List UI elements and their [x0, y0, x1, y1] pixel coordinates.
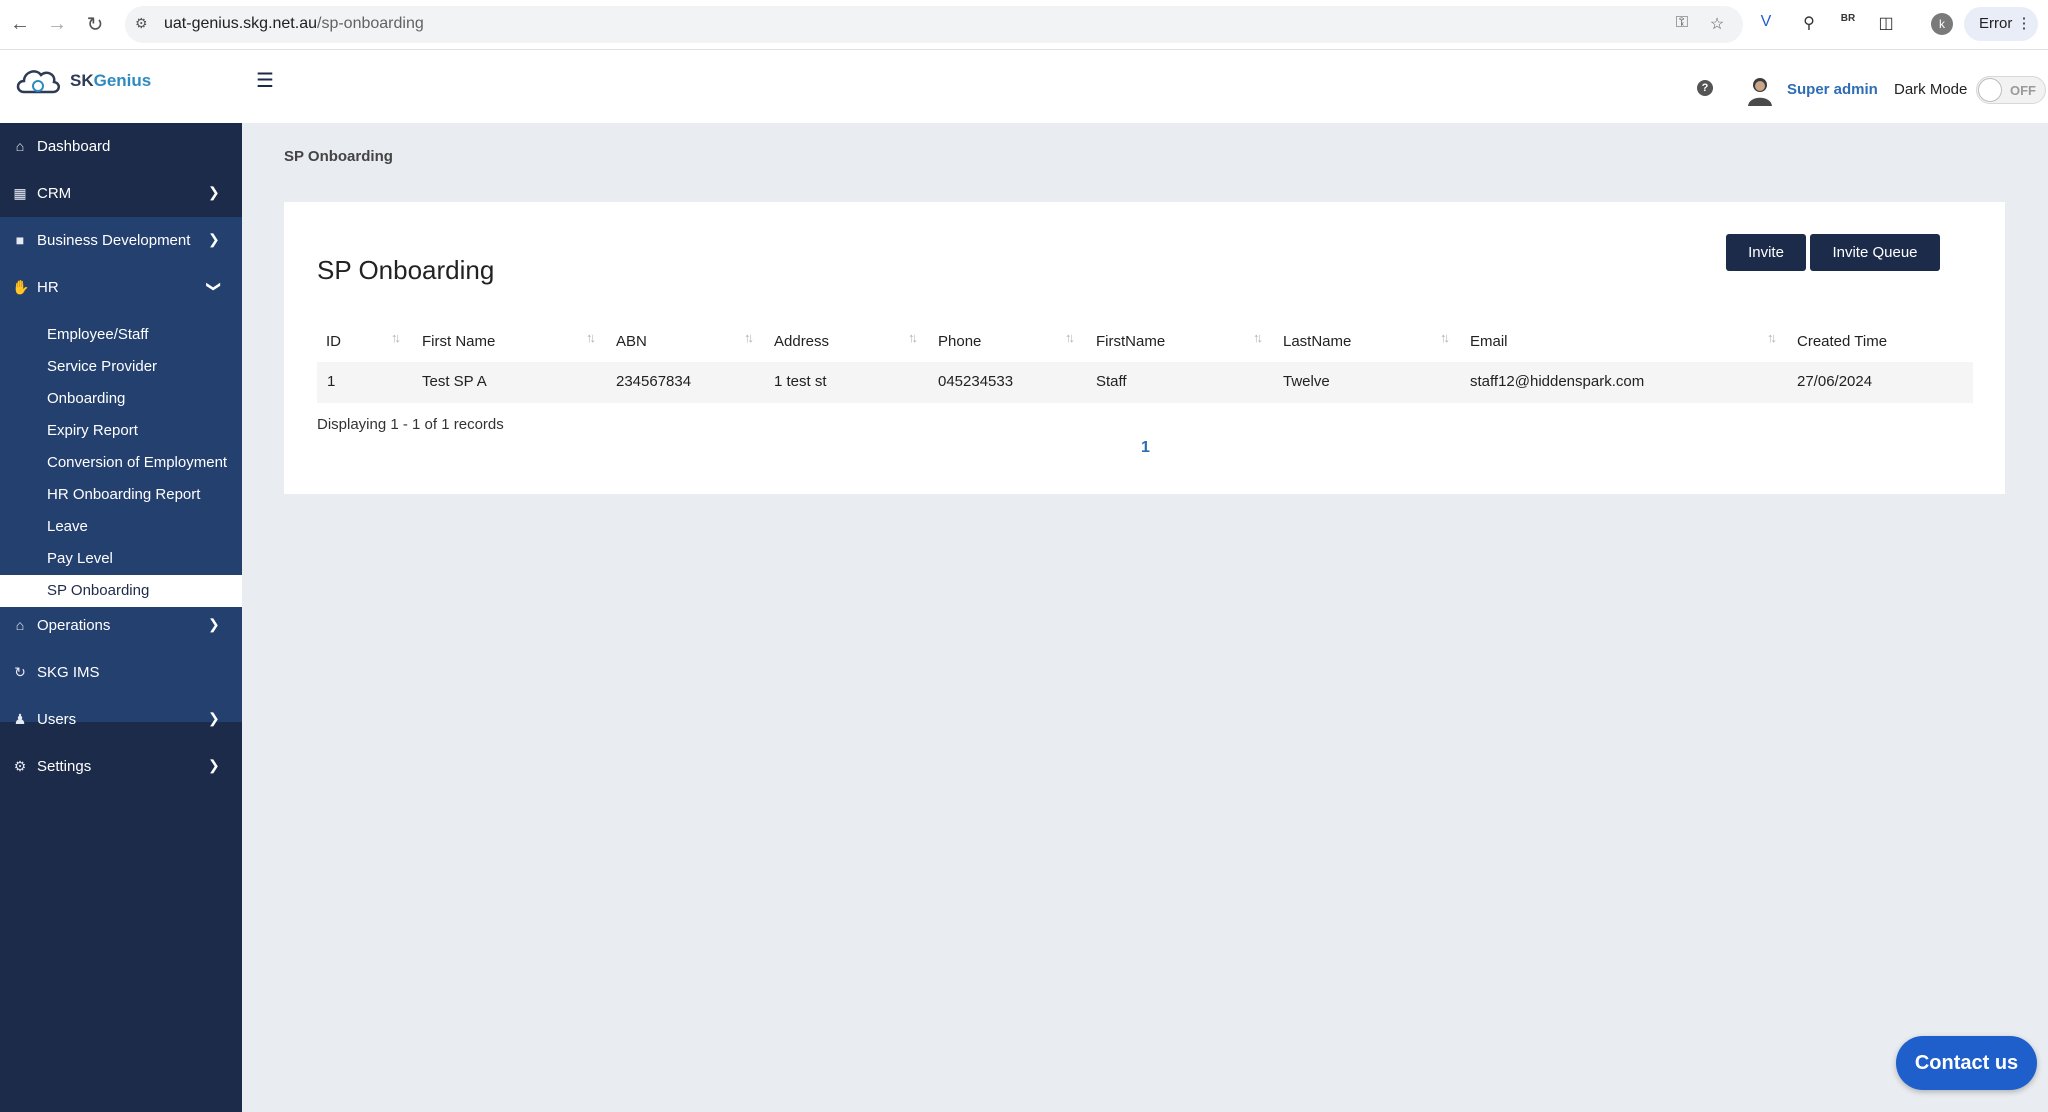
building-icon: ▦ — [13, 185, 27, 201]
toggle-state: OFF — [2010, 83, 2036, 98]
column-header-phone[interactable]: Phone — [938, 333, 981, 350]
cell-lastname: Twelve — [1283, 373, 1330, 390]
sidebar-item-business-development[interactable]: ■ Business Development ❯ — [0, 217, 242, 264]
page-title: SP Onboarding — [317, 255, 495, 285]
cell-address: 1 test st — [774, 373, 827, 390]
sidebar: ⌂ Dashboard ▦ CRM ❯ ■ Business Developme… — [0, 123, 242, 1112]
chevron-right-icon: ❯ — [208, 757, 220, 773]
cell-abn: 234567834 — [616, 373, 692, 390]
dark-mode-label: Dark Mode — [1894, 81, 1968, 98]
sort-icon[interactable]: ↑↓ — [1767, 330, 1777, 345]
bookmark-star-icon[interactable]: ☆ — [1706, 14, 1728, 36]
column-header-address[interactable]: Address — [774, 333, 829, 350]
column-header-abn[interactable]: ABN — [616, 333, 647, 350]
sort-icon[interactable]: ↑↓ — [586, 330, 596, 345]
chevron-right-icon: ❯ — [208, 184, 220, 200]
sidebar-sub-leave[interactable]: Leave — [0, 511, 242, 543]
user-name[interactable]: Super admin — [1787, 81, 1878, 98]
sort-icon[interactable]: ↑↓ — [1065, 330, 1075, 345]
contact-us-button[interactable]: Contact us — [1896, 1036, 2037, 1090]
sidebar-sub-service-provider[interactable]: Service Provider — [0, 351, 242, 383]
extension-v-icon[interactable]: V — [1754, 13, 1778, 37]
table-row[interactable] — [317, 362, 1973, 403]
sidebar-sub-conversion-of-employment[interactable]: Conversion of Employment — [0, 447, 242, 479]
key-icon[interactable]: ⚿ — [1671, 14, 1693, 36]
sidebar-item-dashboard[interactable]: ⌂ Dashboard — [0, 123, 242, 170]
cell-created-time: 27/06/2024 — [1797, 373, 1873, 390]
forward-icon[interactable]: → — [45, 12, 69, 36]
brand-name: SKGenius — [70, 71, 152, 90]
extensions-puzzle-icon[interactable]: ◫ — [1874, 13, 1898, 37]
extension-br-icon[interactable]: BR — [1836, 13, 1860, 37]
user-avatar[interactable] — [1747, 76, 1773, 106]
app-header: SKGenius ☰ ? Super admin Dark Mode OFF — [0, 50, 2048, 123]
cloud-logo-icon — [16, 70, 60, 94]
sidebar-item-crm[interactable]: ▦ CRM ❯ — [0, 170, 242, 217]
cell-firstname: Staff — [1096, 373, 1127, 390]
sidebar-item-skg-ims[interactable]: ↻ SKG IMS — [0, 649, 242, 696]
sort-icon[interactable]: ↑↓ — [908, 330, 918, 345]
site-settings-icon[interactable]: ⚙ — [135, 15, 155, 35]
users-icon: ♟ — [13, 711, 27, 727]
handshake-icon: ✋ — [12, 279, 30, 295]
cell-first-name: Test SP A — [422, 373, 487, 390]
breadcrumb: SP Onboarding — [284, 148, 393, 165]
dark-mode-toggle[interactable]: OFF — [1976, 76, 2046, 104]
sort-icon[interactable]: ↑↓ — [391, 330, 401, 345]
sort-icon[interactable]: ↑↓ — [744, 330, 754, 345]
sidebar-item-settings[interactable]: ⚙ Settings ❯ — [0, 743, 242, 790]
sidebar-sub-onboarding[interactable]: Onboarding — [0, 383, 242, 415]
sidebar-item-users[interactable]: ♟ Users ❯ — [0, 696, 242, 743]
profile-avatar[interactable]: k — [1931, 13, 1953, 35]
browser-toolbar: ← → ↻ ⚙ uat-genius.skg.net.au/sp-onboard… — [0, 0, 2048, 50]
invite-queue-button[interactable]: Invite Queue — [1810, 234, 1940, 271]
sidebar-item-hr[interactable]: ✋ HR ❯ — [0, 264, 242, 311]
sidebar-sub-pay-level[interactable]: Pay Level — [0, 543, 242, 575]
app-logo[interactable]: SKGenius — [14, 62, 151, 100]
pagination-page-1[interactable]: 1 — [1141, 439, 1150, 457]
sidebar-item-operations[interactable]: ⌂ Operations ❯ — [0, 602, 242, 649]
column-header-created-time[interactable]: Created Time — [1797, 333, 1887, 350]
folder-icon: ■ — [15, 232, 25, 248]
shop-icon: ⌂ — [15, 617, 25, 633]
browser-error-button[interactable]: Error ⋮ — [1964, 7, 2038, 41]
cell-phone: 045234533 — [938, 373, 1014, 390]
invite-button[interactable]: Invite — [1726, 234, 1806, 271]
column-header-id[interactable]: ID — [326, 333, 341, 350]
column-header-lastname[interactable]: LastName — [1283, 333, 1351, 350]
back-icon[interactable]: ← — [8, 12, 32, 36]
reload-icon[interactable]: ↻ — [83, 12, 107, 36]
sp-onboarding-card: SP Onboarding Invite Invite Queue ID ↑↓ … — [284, 202, 2005, 494]
address-bar[interactable]: ⚙ uat-genius.skg.net.au/sp-onboarding ⚿ … — [125, 6, 1743, 43]
column-header-email[interactable]: Email — [1470, 333, 1508, 350]
sidebar-sub-employee-staff[interactable]: Employee/Staff — [0, 319, 242, 351]
chevron-down-icon: ❯ — [206, 280, 223, 293]
column-header-first-name[interactable]: First Name — [422, 333, 495, 350]
chevron-right-icon: ❯ — [208, 231, 220, 247]
gear-icon: ⚙ — [13, 758, 27, 774]
cell-id: 1 — [327, 373, 336, 390]
help-icon[interactable]: ? — [1697, 80, 1713, 96]
sidebar-sub-expiry-report[interactable]: Expiry Report — [0, 415, 242, 447]
extension-search-icon[interactable]: ⚲ — [1797, 13, 1821, 37]
column-header-firstname[interactable]: FirstName — [1096, 333, 1165, 350]
toggle-knob — [1978, 78, 2002, 102]
menu-toggle-icon[interactable]: ☰ — [256, 68, 274, 93]
sort-icon[interactable]: ↑↓ — [1440, 330, 1450, 345]
cell-email: staff12@hiddenspark.com — [1470, 373, 1645, 390]
url-text[interactable]: uat-genius.skg.net.au/sp-onboarding — [164, 15, 424, 33]
sync-icon: ↻ — [14, 664, 26, 680]
sort-icon[interactable]: ↑↓ — [1253, 330, 1263, 345]
home-icon: ⌂ — [15, 138, 25, 154]
chevron-right-icon: ❯ — [208, 616, 220, 632]
sidebar-sub-hr-onboarding-report[interactable]: HR Onboarding Report — [0, 479, 242, 511]
records-count: Displaying 1 - 1 of 1 records — [317, 416, 504, 433]
chevron-right-icon: ❯ — [208, 710, 220, 726]
